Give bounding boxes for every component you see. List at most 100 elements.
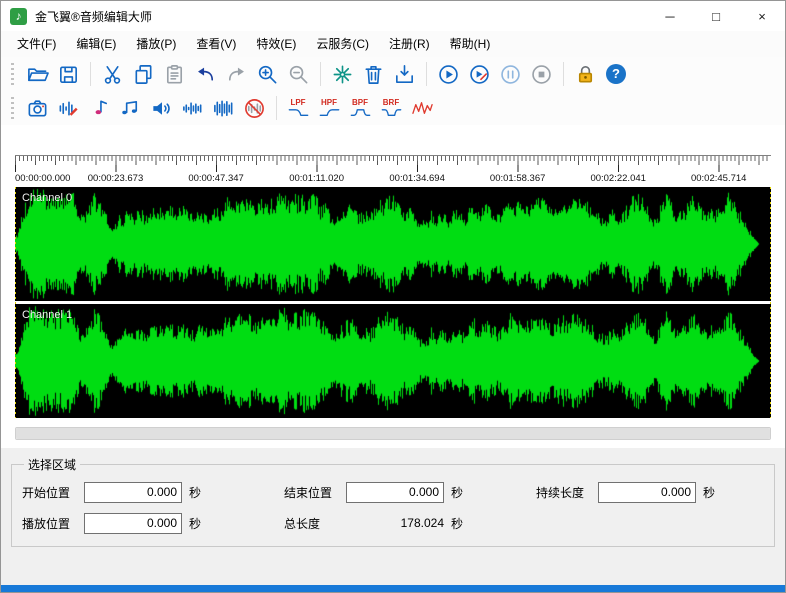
toolbar-separator bbox=[320, 62, 321, 86]
maximize-button[interactable]: □ bbox=[693, 1, 739, 31]
speaker-button[interactable] bbox=[146, 93, 176, 123]
bpf-label: BPF bbox=[352, 98, 368, 107]
selection-group-title: 选择区域 bbox=[24, 456, 80, 473]
app-window: ♪ 金飞翼®音频编辑大师 ─ □ × 文件(F) 编辑(E) 播放(P) 查看(… bbox=[0, 0, 786, 593]
stop-button[interactable] bbox=[526, 59, 556, 89]
redo-icon bbox=[225, 63, 248, 86]
zoom-out-button[interactable] bbox=[283, 59, 313, 89]
title-bar: ♪ 金飞翼®音频编辑大师 ─ □ × bbox=[1, 1, 785, 31]
undo-icon bbox=[194, 63, 217, 86]
delete-button[interactable] bbox=[358, 59, 388, 89]
close-button[interactable]: × bbox=[739, 1, 785, 31]
zoom-out-icon bbox=[287, 63, 310, 86]
music-notes-icon bbox=[119, 97, 142, 120]
waveform-small-button[interactable] bbox=[177, 93, 207, 123]
copy-button[interactable] bbox=[128, 59, 158, 89]
menu-effects[interactable]: 特效(E) bbox=[246, 31, 306, 57]
timeline-label: 00:00:00.000 bbox=[15, 173, 70, 184]
menu-edit[interactable]: 编辑(E) bbox=[66, 31, 126, 57]
export-icon bbox=[393, 63, 416, 86]
timeline-label: 00:02:45.714 bbox=[691, 173, 746, 184]
brf-filter-button[interactable]: BRF bbox=[376, 92, 406, 124]
app-icon: ♪ bbox=[10, 8, 27, 25]
toolbar-grip[interactable] bbox=[11, 97, 14, 119]
edit-audio-button[interactable] bbox=[53, 93, 83, 123]
record-device-button[interactable] bbox=[22, 93, 52, 123]
help-icon: ? bbox=[606, 64, 626, 84]
horizontal-scrollbar[interactable] bbox=[15, 427, 771, 440]
menu-bar: 文件(F) 编辑(E) 播放(P) 查看(V) 特效(E) 云服务(C) 注册(… bbox=[1, 31, 785, 57]
timeline-label: 00:01:34.694 bbox=[389, 173, 444, 184]
open-button[interactable] bbox=[22, 59, 52, 89]
duration-input[interactable] bbox=[598, 482, 696, 503]
zoom-in-button[interactable] bbox=[252, 59, 282, 89]
menu-view[interactable]: 查看(V) bbox=[186, 31, 246, 57]
cut-button[interactable] bbox=[97, 59, 127, 89]
timeline-label: 00:01:58.367 bbox=[490, 173, 545, 184]
menu-register[interactable]: 注册(R) bbox=[379, 31, 440, 57]
brf-curve-icon bbox=[380, 107, 403, 118]
paste-button[interactable] bbox=[159, 59, 189, 89]
selection-panel: 选择区域 开始位置 秒 结束位置 秒 持续长度 秒 播 bbox=[1, 448, 785, 585]
duration-unit: 秒 bbox=[703, 484, 715, 501]
brf-label: BRF bbox=[383, 98, 399, 107]
play-file-button[interactable] bbox=[464, 59, 494, 89]
channel-1: Channel 1 bbox=[15, 304, 771, 418]
edit-audio-icon bbox=[57, 97, 80, 120]
mix-icon bbox=[331, 63, 354, 86]
music-note-button[interactable] bbox=[84, 93, 114, 123]
play-position-input[interactable] bbox=[84, 513, 182, 534]
toolbar-grip[interactable] bbox=[11, 63, 14, 85]
waveform-canvas-1[interactable] bbox=[15, 304, 771, 418]
zoom-in-icon bbox=[256, 63, 279, 86]
waveform-canvas-0[interactable] bbox=[15, 187, 771, 301]
play-position-field: 播放位置 秒 bbox=[22, 512, 284, 534]
mix-paste-button[interactable] bbox=[327, 59, 357, 89]
scrollbar-thumb[interactable] bbox=[16, 428, 770, 439]
pause-icon bbox=[499, 63, 522, 86]
toolbar-separator bbox=[90, 62, 91, 86]
menu-file[interactable]: 文件(F) bbox=[7, 31, 66, 57]
hpf-label: HPF bbox=[321, 98, 337, 107]
redo-button[interactable] bbox=[221, 59, 251, 89]
play-position-unit: 秒 bbox=[189, 515, 201, 532]
ruler-ticks bbox=[15, 155, 771, 172]
selection-fields: 开始位置 秒 结束位置 秒 持续长度 秒 播放位置 秒 bbox=[22, 481, 764, 534]
start-position-input[interactable] bbox=[84, 482, 182, 503]
bpf-filter-button[interactable]: BPF bbox=[345, 92, 375, 124]
export-button[interactable] bbox=[389, 59, 419, 89]
menu-cloud[interactable]: 云服务(C) bbox=[306, 31, 379, 57]
record-device-icon bbox=[26, 97, 49, 120]
lpf-filter-button[interactable]: LPF bbox=[283, 92, 313, 124]
minimize-button[interactable]: ─ bbox=[647, 1, 693, 31]
play-position-label: 播放位置 bbox=[22, 515, 84, 532]
speaker-icon bbox=[150, 97, 173, 120]
spectrum-button[interactable] bbox=[407, 93, 437, 123]
pause-button[interactable] bbox=[495, 59, 525, 89]
menu-play[interactable]: 播放(P) bbox=[126, 31, 186, 57]
play-button[interactable] bbox=[433, 59, 463, 89]
hpf-filter-button[interactable]: HPF bbox=[314, 92, 344, 124]
end-position-unit: 秒 bbox=[451, 484, 463, 501]
waveform-large-button[interactable] bbox=[208, 93, 238, 123]
lpf-curve-icon bbox=[287, 107, 310, 118]
timeline-ruler[interactable]: 00:00:00.00000:00:23.67300:00:47.34700:0… bbox=[15, 155, 771, 187]
save-button[interactable] bbox=[53, 59, 83, 89]
music-notes-button[interactable] bbox=[115, 93, 145, 123]
channel-0-label: Channel 0 bbox=[22, 192, 72, 204]
menu-help[interactable]: 帮助(H) bbox=[440, 31, 501, 57]
hpf-curve-icon bbox=[318, 107, 341, 118]
toolbar-separator bbox=[276, 96, 277, 120]
total-length-value: 178.024 bbox=[346, 516, 444, 530]
mute-icon bbox=[243, 97, 266, 120]
mute-button[interactable] bbox=[239, 93, 269, 123]
selection-marker-right[interactable] bbox=[770, 187, 771, 418]
bpf-curve-icon bbox=[349, 107, 372, 118]
undo-button[interactable] bbox=[190, 59, 220, 89]
help-button[interactable]: ? bbox=[601, 59, 631, 89]
end-position-input[interactable] bbox=[346, 482, 444, 503]
selection-marker-left[interactable] bbox=[15, 187, 16, 418]
empty-cell bbox=[536, 512, 764, 534]
lock-button[interactable] bbox=[570, 59, 600, 89]
channel-1-label: Channel 1 bbox=[22, 309, 72, 321]
